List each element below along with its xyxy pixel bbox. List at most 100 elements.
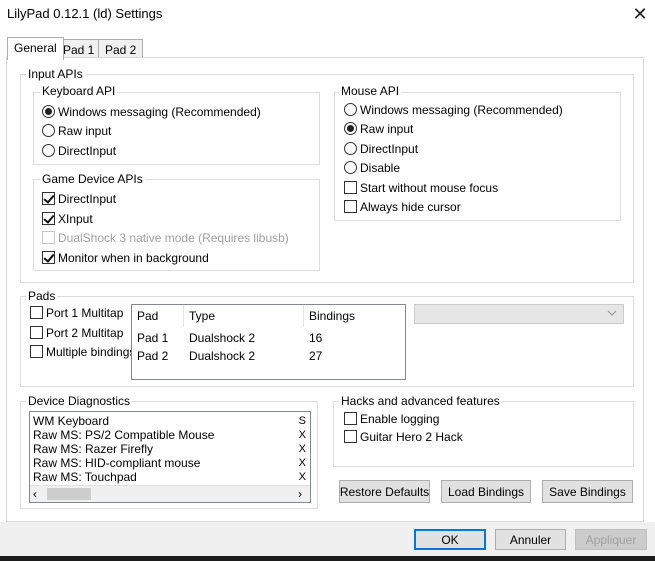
restore-defaults-button[interactable]: Restore Defaults bbox=[339, 480, 430, 503]
input-apis-title: Input APIs bbox=[26, 67, 85, 81]
column-header-pad[interactable]: Pad bbox=[132, 305, 184, 327]
pads-port2-multitap[interactable]: Port 2 Multitap bbox=[30, 323, 123, 342]
option-label: Multiple bindings bbox=[46, 344, 136, 359]
mouse-always-hide-cursor[interactable]: Always hide cursor bbox=[344, 197, 461, 216]
checkbox[interactable] bbox=[30, 345, 43, 358]
cancel-button[interactable]: Annuler bbox=[495, 529, 566, 550]
table-row[interactable]: Pad 1 Dualshock 2 16 bbox=[132, 329, 405, 347]
mouse-api-title: Mouse API bbox=[339, 84, 402, 98]
window-title: LilyPad 0.12.1 (ld) Settings bbox=[7, 6, 163, 21]
radio-button[interactable] bbox=[344, 161, 357, 174]
checkbox[interactable] bbox=[344, 181, 357, 194]
keyboard-api-title: Keyboard API bbox=[40, 84, 118, 98]
mouse-option-directinput[interactable]: DirectInput bbox=[344, 139, 418, 158]
table-row[interactable]: Pad 2 Dualshock 2 27 bbox=[132, 347, 405, 365]
game-device-monitor-background[interactable]: Monitor when in background bbox=[42, 248, 209, 267]
list-item[interactable]: WM Keyboard S bbox=[30, 414, 310, 428]
tab-pad-2[interactable]: Pad 2 bbox=[98, 39, 144, 59]
checkbox-disabled bbox=[42, 231, 55, 244]
radio-button[interactable] bbox=[42, 105, 55, 118]
option-label: Port 1 Multitap bbox=[46, 305, 124, 320]
device-trail: X bbox=[298, 429, 306, 441]
option-label: Raw input bbox=[360, 121, 414, 136]
checkbox[interactable] bbox=[30, 306, 43, 319]
checkbox[interactable] bbox=[42, 251, 55, 264]
hacks-guitar-hero-2[interactable]: Guitar Hero 2 Hack bbox=[344, 427, 463, 446]
hacks-enable-logging[interactable]: Enable logging bbox=[344, 409, 439, 428]
pads-title: Pads bbox=[26, 289, 58, 303]
radio-button[interactable] bbox=[344, 122, 357, 135]
option-label: Guitar Hero 2 Hack bbox=[360, 429, 463, 444]
list-item[interactable]: Raw MS: Razer Firefly X bbox=[30, 442, 310, 456]
cell-bindings: 16 bbox=[309, 331, 323, 345]
mouse-option-raw-input[interactable]: Raw input bbox=[344, 119, 413, 138]
close-icon[interactable]: ✕ bbox=[625, 0, 655, 28]
cell-pad: Pad 2 bbox=[137, 349, 169, 363]
checkbox[interactable] bbox=[30, 326, 43, 339]
keyboard-option-raw-input[interactable]: Raw input bbox=[42, 121, 111, 140]
device-name: Raw MS: Touchpad bbox=[33, 470, 137, 484]
keyboard-option-windows-messaging[interactable]: Windows messaging (Recommended) bbox=[42, 102, 261, 121]
cell-bindings: 27 bbox=[309, 349, 323, 363]
taskbar-edge bbox=[0, 556, 655, 561]
checkbox[interactable] bbox=[42, 212, 55, 225]
device-trail: X bbox=[298, 443, 306, 455]
checkbox[interactable] bbox=[344, 200, 357, 213]
game-device-directinput[interactable]: DirectInput bbox=[42, 189, 116, 208]
device-name: Raw MS: Razer Firefly bbox=[33, 442, 154, 456]
checkbox[interactable] bbox=[42, 192, 55, 205]
device-diagnostics-title: Device Diagnostics bbox=[26, 394, 133, 408]
pads-port1-multitap[interactable]: Port 1 Multitap bbox=[30, 303, 123, 322]
option-label: Raw input bbox=[58, 123, 112, 138]
tab-general[interactable]: General bbox=[7, 37, 64, 60]
radio-button[interactable] bbox=[42, 144, 55, 157]
pad-type-combo[interactable] bbox=[414, 304, 624, 324]
device-name: WM Keyboard bbox=[33, 414, 110, 428]
game-device-xinput[interactable]: XInput bbox=[42, 209, 93, 228]
radio-button[interactable] bbox=[344, 103, 357, 116]
checkbox[interactable] bbox=[344, 430, 357, 443]
list-item[interactable]: Raw MS: PS/2 Compatible Mouse X bbox=[30, 428, 310, 442]
device-name: Raw MS: HID-compliant mouse bbox=[33, 456, 201, 470]
pads-list-view[interactable]: Pad Type Bindings Pad 1 Dualshock 2 16 P… bbox=[131, 304, 406, 380]
ok-button[interactable]: OK bbox=[414, 529, 486, 550]
pads-multiple-bindings[interactable]: Multiple bindings bbox=[30, 342, 135, 361]
game-device-dualshock3-native: DualShock 3 native mode (Requires libusb… bbox=[42, 228, 289, 247]
option-label: Windows messaging (Recommended) bbox=[360, 102, 563, 117]
option-label: Enable logging bbox=[360, 411, 440, 426]
column-header-bindings[interactable]: Bindings bbox=[304, 305, 405, 327]
column-header-type[interactable]: Type bbox=[184, 305, 304, 327]
option-label: DirectInput bbox=[58, 143, 117, 158]
list-header: Pad Type Bindings bbox=[132, 305, 405, 327]
list-item[interactable]: Raw MS: HID-compliant mouse X bbox=[30, 456, 310, 470]
list-item[interactable]: Raw MS: Touchpad X bbox=[30, 470, 310, 484]
horizontal-scrollbar[interactable]: ‹ › bbox=[30, 485, 310, 502]
radio-button[interactable] bbox=[42, 124, 55, 137]
scroll-right-icon[interactable]: › bbox=[298, 487, 302, 501]
checkbox[interactable] bbox=[344, 412, 357, 425]
scroll-left-icon[interactable]: ‹ bbox=[33, 487, 37, 501]
game-device-apis-title: Game Device APIs bbox=[40, 172, 145, 186]
device-name: Raw MS: PS/2 Compatible Mouse bbox=[33, 428, 215, 442]
cell-type: Dualshock 2 bbox=[189, 349, 256, 363]
option-label: Port 2 Multitap bbox=[46, 325, 124, 340]
device-diagnostics-list[interactable]: WM Keyboard S Raw MS: PS/2 Compatible Mo… bbox=[29, 411, 311, 503]
mouse-option-disable[interactable]: Disable bbox=[344, 158, 400, 177]
apply-button: Appliquer bbox=[575, 529, 647, 550]
device-trail: X bbox=[298, 457, 306, 469]
mouse-option-windows-messaging[interactable]: Windows messaging (Recommended) bbox=[344, 100, 563, 119]
device-trail: S bbox=[298, 415, 306, 427]
cell-type: Dualshock 2 bbox=[189, 331, 256, 345]
keyboard-option-directinput[interactable]: DirectInput bbox=[42, 141, 116, 160]
radio-button[interactable] bbox=[344, 142, 357, 155]
save-bindings-button[interactable]: Save Bindings bbox=[542, 480, 633, 503]
option-label: Always hide cursor bbox=[360, 199, 461, 214]
option-label: Monitor when in background bbox=[58, 250, 209, 265]
device-trail: X bbox=[298, 471, 306, 483]
option-label: DirectInput bbox=[58, 191, 117, 206]
mouse-start-without-focus[interactable]: Start without mouse focus bbox=[344, 178, 498, 197]
load-bindings-button[interactable]: Load Bindings bbox=[441, 480, 531, 503]
scrollbar-thumb[interactable] bbox=[47, 488, 91, 500]
option-label: DirectInput bbox=[360, 141, 419, 156]
title-bar: LilyPad 0.12.1 (ld) Settings ✕ bbox=[0, 0, 655, 30]
